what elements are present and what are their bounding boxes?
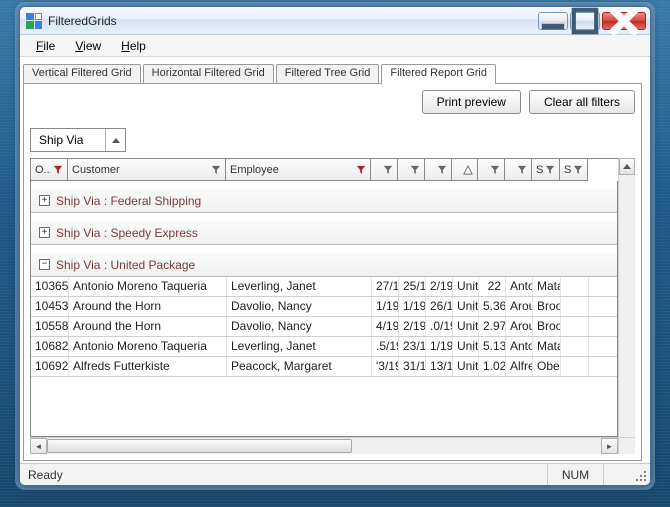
statusbar: Ready NUM (20, 463, 650, 485)
tab-strip: Vertical Filtered Grid Horizontal Filter… (23, 61, 642, 83)
client-area: Vertical Filtered Grid Horizontal Filter… (20, 57, 650, 463)
group-by-chip-ship-via[interactable]: Ship Via (30, 128, 126, 152)
status-empty (604, 464, 632, 485)
resize-grip[interactable] (632, 464, 650, 485)
filter-icon[interactable] (571, 165, 585, 175)
status-ready: Ready (20, 464, 548, 485)
app-icon (26, 13, 42, 29)
expand-icon[interactable]: + (39, 195, 50, 206)
col-3[interactable] (371, 159, 398, 181)
col-ship-name[interactable]: S... (532, 159, 560, 181)
collapse-icon[interactable]: − (39, 259, 50, 270)
col-employee[interactable]: Employee (226, 159, 371, 181)
vertical-scrollbar[interactable] (618, 158, 635, 454)
scroll-thumb[interactable] (47, 439, 352, 453)
scroll-left-button[interactable]: ◄ (30, 438, 47, 454)
col-order-id[interactable]: O... (30, 159, 68, 181)
col-7[interactable] (478, 159, 505, 181)
filter-icon[interactable] (381, 165, 395, 175)
grid-body: + Ship Via : Federal Shipping + Ship Via… (30, 181, 618, 437)
filter-icon[interactable] (543, 165, 557, 175)
titlebar[interactable]: FilteredGrids (20, 7, 650, 35)
tab-filtered-tree-grid[interactable]: Filtered Tree Grid (276, 64, 380, 83)
filter-icon[interactable] (461, 165, 475, 175)
scroll-up-button[interactable] (619, 158, 635, 175)
filter-icon[interactable] (354, 165, 368, 175)
group-row-speedy-express[interactable]: + Ship Via : Speedy Express (31, 221, 617, 245)
close-button[interactable] (602, 12, 646, 30)
app-window: FilteredGrids File View Help Vertical Fi… (19, 6, 651, 486)
maximize-button[interactable] (570, 12, 600, 30)
group-row-federal-shipping[interactable]: + Ship Via : Federal Shipping (31, 189, 617, 213)
status-num: NUM (548, 464, 604, 485)
group-label: Ship Via : Federal Shipping (56, 194, 201, 208)
col-4[interactable] (398, 159, 425, 181)
table-row[interactable]: 10453 Around the Horn Davolio, Nancy 1/1… (31, 297, 617, 317)
col-6[interactable] (452, 159, 478, 181)
tab-content: Print preview Clear all filters Ship Via… (23, 83, 642, 461)
col-customer[interactable]: Customer (68, 159, 226, 181)
minimize-button[interactable] (538, 12, 568, 30)
horizontal-scrollbar[interactable]: ◄ ► (30, 437, 618, 454)
table-row[interactable]: 10365 Antonio Moreno Taqueria Leverling,… (31, 277, 617, 297)
filter-icon[interactable] (51, 165, 65, 175)
group-label: Ship Via : United Package (56, 258, 195, 272)
filter-icon[interactable] (488, 165, 502, 175)
group-by-sort-icon[interactable] (105, 129, 125, 151)
menubar: File View Help (20, 35, 650, 57)
menu-file[interactable]: File (26, 35, 65, 56)
menu-view[interactable]: View (65, 35, 111, 56)
menu-help[interactable]: Help (111, 35, 156, 56)
grid: O... Customer Employee S... S... (30, 158, 635, 454)
tab-horizontal-filtered-grid[interactable]: Horizontal Filtered Grid (143, 64, 274, 83)
scroll-corner (618, 437, 635, 454)
tab-filtered-report-grid[interactable]: Filtered Report Grid (381, 64, 496, 84)
tab-vertical-filtered-grid[interactable]: Vertical Filtered Grid (23, 64, 141, 83)
filter-icon[interactable] (408, 165, 422, 175)
col-5[interactable] (425, 159, 452, 181)
column-headers: O... Customer Employee S... S... (30, 158, 618, 181)
col-8[interactable] (505, 159, 532, 181)
clear-all-filters-button[interactable]: Clear all filters (529, 90, 635, 114)
group-by-chip-label: Ship Via (31, 130, 105, 150)
table-row[interactable]: 10682 Antonio Moreno Taqueria Leverling,… (31, 337, 617, 357)
filter-icon[interactable] (209, 165, 223, 175)
filter-icon[interactable] (435, 165, 449, 175)
group-by-area[interactable]: Ship Via (30, 128, 635, 152)
table-row[interactable]: 10692 Alfreds Futterkiste Peacock, Marga… (31, 357, 617, 377)
table-row[interactable]: 10558 Around the Horn Davolio, Nancy 4/1… (31, 317, 617, 337)
col-ship-address[interactable]: S... (560, 159, 588, 181)
print-preview-button[interactable]: Print preview (422, 90, 521, 114)
filter-icon[interactable] (515, 165, 529, 175)
group-row-united-package[interactable]: − Ship Via : United Package (31, 253, 617, 277)
window-title: FilteredGrids (48, 14, 538, 28)
scroll-right-button[interactable]: ► (601, 438, 618, 454)
expand-icon[interactable]: + (39, 227, 50, 238)
group-label: Ship Via : Speedy Express (56, 226, 198, 240)
